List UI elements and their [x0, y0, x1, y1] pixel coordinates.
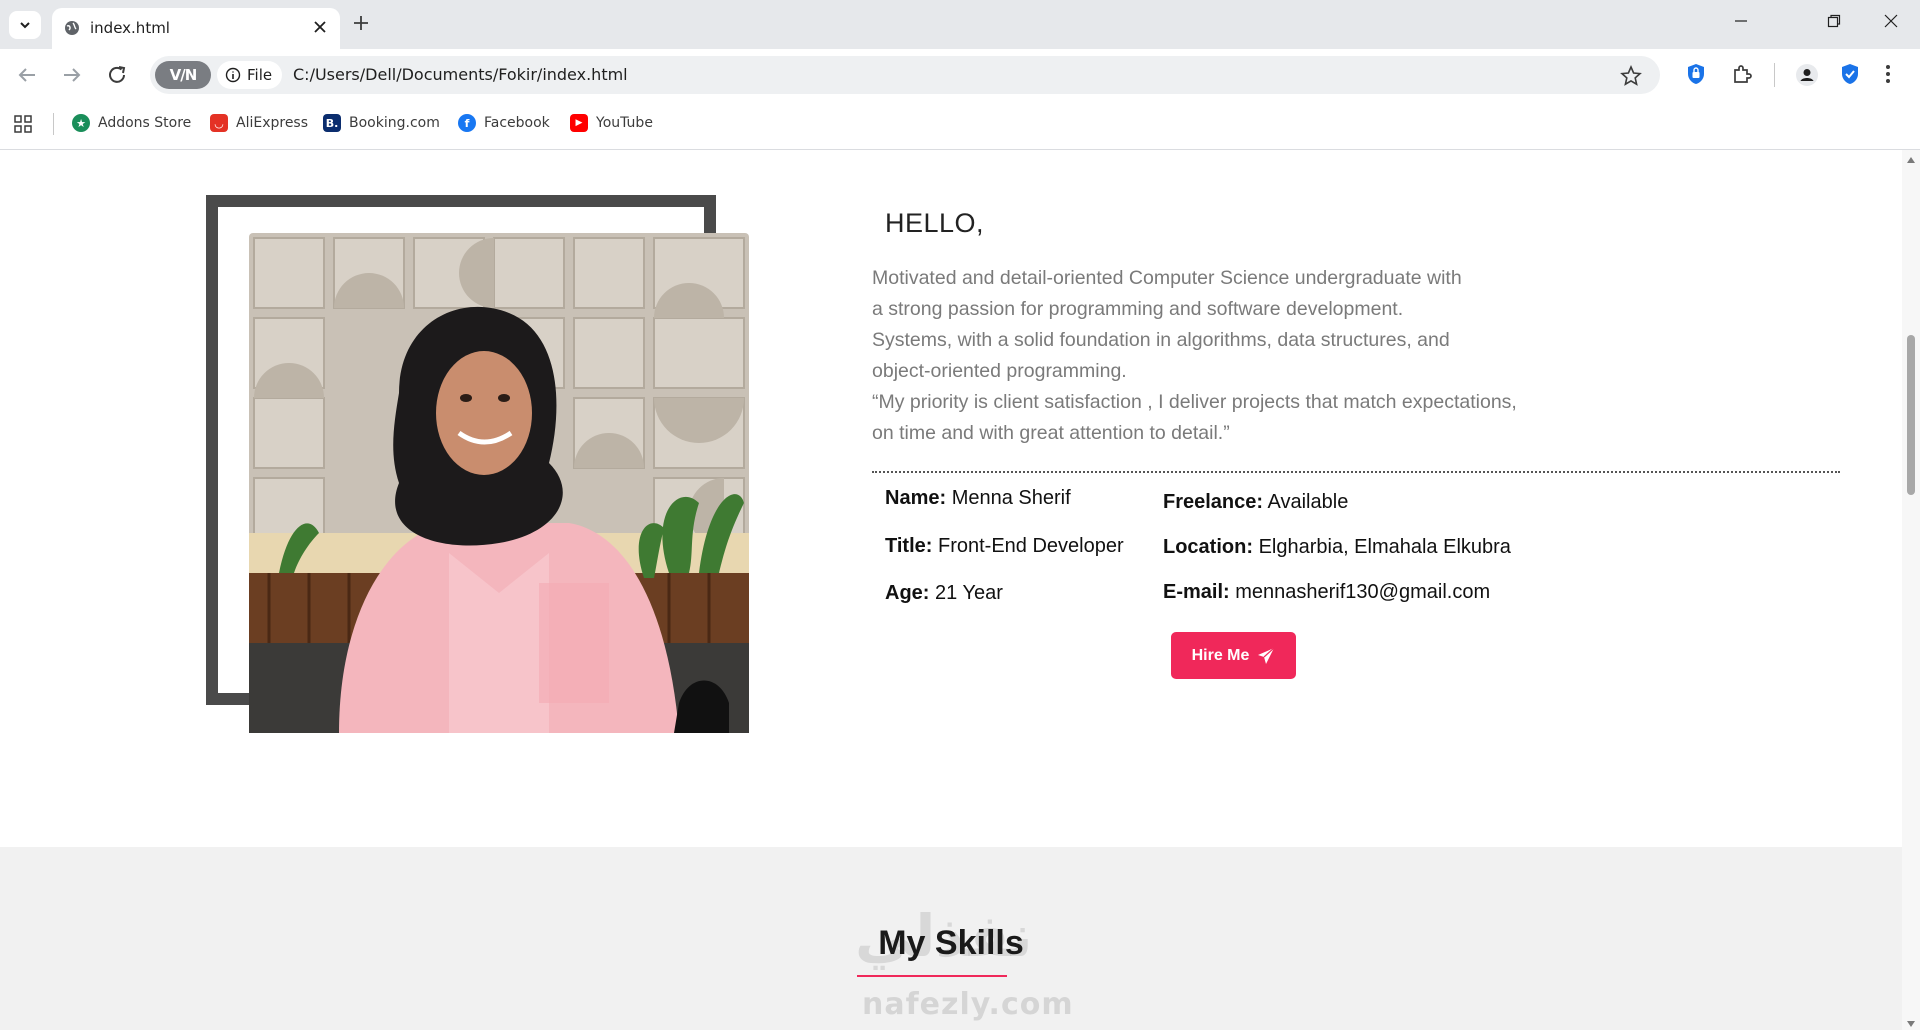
profile-photo [249, 233, 749, 733]
tab-strip: index.html [0, 0, 1920, 49]
info-title: Title: Front-End Developer [885, 535, 1124, 558]
bio-line: Systems, with a solid foundation in algo… [872, 329, 1450, 351]
addons-store-icon: ★ [72, 114, 90, 132]
scroll-thumb[interactable] [1907, 335, 1915, 495]
profile-photo-image [249, 233, 749, 733]
info-age-value: 21 Year [935, 582, 1003, 604]
skills-heading-underline [857, 975, 1007, 977]
toolbar-divider [1774, 63, 1775, 87]
minimize-icon[interactable] [1734, 14, 1748, 28]
booking-icon: B. [323, 114, 341, 132]
url-text[interactable]: C:/Users/Dell/Documents/Fokir/index.html [293, 65, 628, 84]
info-icon [225, 67, 241, 83]
info-email: E-mail: mennasherif130@gmail.com [1163, 581, 1490, 604]
info-freelance-label: Freelance: [1163, 491, 1264, 513]
chevron-down-icon [20, 22, 30, 29]
bio-line: Motivated and detail-oriented Computer S… [872, 267, 1462, 289]
info-location-label: Location: [1163, 536, 1253, 558]
close-window-icon[interactable] [1884, 14, 1898, 28]
bookmark-label: AliExpress [236, 115, 309, 131]
extensions-puzzle-icon[interactable] [1731, 63, 1753, 85]
restore-icon[interactable] [1827, 14, 1841, 28]
page-viewport: HELLO, Motivated and detail-oriented Com… [0, 150, 1902, 1030]
bookmarks-bar: ★ Addons Store ◡ AliExpress B. Booking.c… [0, 100, 1920, 150]
scroll-down-arrow-icon[interactable] [1906, 1020, 1916, 1028]
info-name-label: Name: [885, 487, 947, 509]
reload-icon[interactable] [106, 64, 128, 86]
bio-line: a strong passion for programming and sof… [872, 298, 1404, 320]
scroll-up-arrow-icon[interactable] [1906, 156, 1916, 164]
bio-line: on time and with great attention to deta… [872, 422, 1230, 444]
new-tab-icon[interactable] [352, 14, 370, 32]
info-email-value[interactable]: mennasherif130@gmail.com [1235, 581, 1490, 603]
forward-arrow-icon[interactable] [61, 64, 83, 86]
bookmark-youtube[interactable]: ▶ YouTube [570, 114, 653, 132]
bookmark-label: YouTube [596, 115, 653, 131]
bio-line: object-oriented programming. [872, 360, 1127, 382]
info-title-label: Title: [885, 535, 933, 557]
address-bar[interactable]: V/N File C:/Users/Dell/Documents/Fokir/i… [150, 56, 1660, 94]
info-freelance: Freelance: Available [1163, 491, 1348, 514]
info-name-value: Menna Sherif [951, 487, 1071, 509]
bookmark-label: Booking.com [349, 115, 440, 131]
info-freelance-value: Available [1267, 491, 1349, 513]
skills-heading: My Skills [878, 924, 1024, 962]
info-age-label: Age: [885, 582, 930, 604]
bookmark-aliexpress[interactable]: ◡ AliExpress [210, 114, 308, 132]
close-tab-icon[interactable] [312, 19, 328, 35]
info-name: Name: Menna Sherif [885, 487, 1071, 510]
security-shield-icon[interactable] [1840, 63, 1860, 85]
greeting-heading: HELLO, [885, 208, 985, 238]
apps-grid-icon[interactable] [14, 115, 32, 133]
bookmark-addons-store[interactable]: ★ Addons Store [72, 114, 191, 132]
file-label: File [247, 66, 273, 84]
bookmark-label: Addons Store [98, 115, 192, 131]
profile-avatar-icon[interactable] [1795, 63, 1819, 87]
password-manager-icon[interactable] [1686, 63, 1706, 85]
info-title-value: Front-End Developer [937, 535, 1124, 557]
info-divider [872, 471, 1840, 473]
bookmark-facebook[interactable]: f Facebook [458, 114, 550, 132]
page-scrollbar[interactable] [1902, 150, 1920, 1030]
aliexpress-icon: ◡ [210, 114, 228, 132]
bookmark-booking[interactable]: B. Booking.com [323, 114, 440, 132]
youtube-icon: ▶ [570, 114, 588, 132]
info-age: Age: 21 Year [885, 582, 1003, 605]
site-info-chip[interactable]: File [217, 61, 283, 89]
tab-search-button[interactable] [9, 11, 41, 39]
globe-icon [65, 21, 79, 35]
bookmark-star-icon[interactable] [1620, 65, 1642, 87]
tab-index-html[interactable]: index.html [52, 8, 340, 49]
tab-title: index.html [90, 19, 170, 37]
browser-toolbar: V/N File C:/Users/Dell/Documents/Fokir/i… [0, 49, 1920, 100]
bio-paragraph: Motivated and detail-oriented Computer S… [872, 263, 1592, 449]
info-location-value: Elgharbia, Elmahala Elkubra [1258, 536, 1511, 558]
info-email-label: E-mail: [1163, 581, 1230, 603]
vpn-button[interactable]: V/N [155, 61, 211, 89]
bookmarks-divider [53, 113, 54, 135]
skills-section: نفذلي My Skills nafezly.com [0, 847, 1902, 1030]
info-location: Location: Elgharbia, Elmahala Elkubra [1163, 536, 1511, 559]
hire-me-button[interactable]: Hire Me [1171, 632, 1296, 679]
paper-plane-icon [1258, 647, 1275, 664]
hire-me-label: Hire Me [1191, 646, 1250, 664]
bio-line: “My priority is client satisfaction , I … [872, 391, 1517, 413]
menu-kebab-icon[interactable] [1885, 63, 1891, 85]
watermark-latin: nafezly.com [862, 987, 1074, 1022]
back-arrow-icon[interactable] [16, 64, 38, 86]
facebook-icon: f [458, 114, 476, 132]
bookmark-label: Facebook [484, 115, 550, 131]
